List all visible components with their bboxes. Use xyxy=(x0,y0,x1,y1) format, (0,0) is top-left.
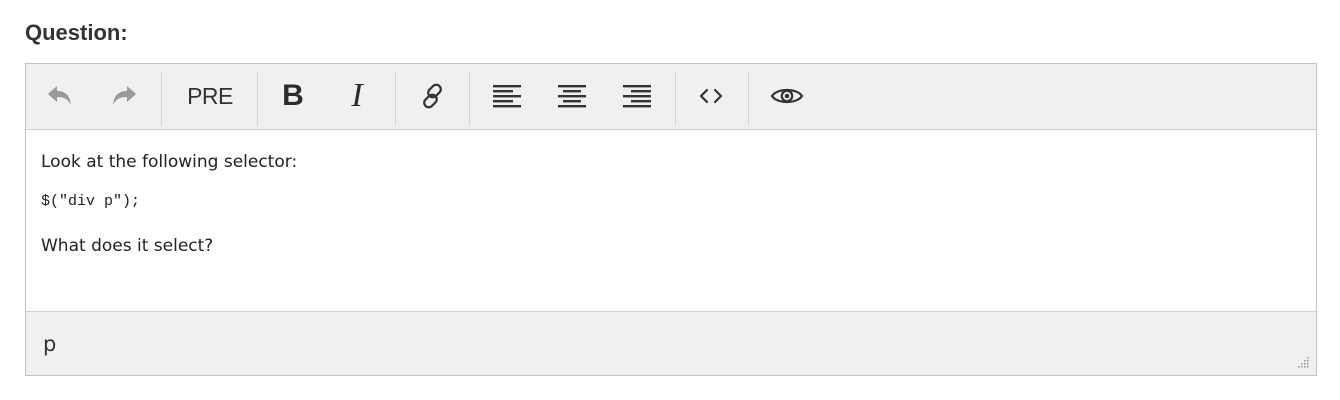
editor-toolbar: PRE B I xyxy=(26,64,1316,130)
align-left-button[interactable] xyxy=(488,72,526,120)
align-right-button[interactable] xyxy=(618,72,656,120)
undo-icon xyxy=(48,86,71,105)
editor-content-area[interactable]: Look at the following selector: $("div p… xyxy=(26,130,1316,311)
italic-icon: I xyxy=(351,77,363,114)
editor-statusbar: p xyxy=(26,311,1316,375)
undo-button[interactable] xyxy=(42,72,78,120)
preformatted-button[interactable]: PRE xyxy=(176,72,244,120)
code-icon xyxy=(699,88,723,104)
align-left-icon xyxy=(493,85,521,108)
rich-text-editor: PRE B I Look at the following selector: … xyxy=(25,63,1317,376)
redo-icon xyxy=(113,86,136,105)
source-code-button[interactable] xyxy=(692,72,730,120)
align-center-icon xyxy=(558,85,586,108)
align-right-icon xyxy=(623,85,651,108)
resize-handle-icon[interactable] xyxy=(1296,356,1310,370)
content-code-block: $("div p"); xyxy=(41,193,141,210)
toolbar-separator xyxy=(748,72,749,126)
align-center-button[interactable] xyxy=(553,72,591,120)
link-button[interactable] xyxy=(414,72,452,120)
preformatted-label: PRE xyxy=(187,82,233,109)
content-paragraph: Look at the following selector: xyxy=(41,152,298,172)
bold-icon: B xyxy=(282,79,304,112)
toolbar-separator xyxy=(675,72,676,126)
toolbar-separator xyxy=(469,72,470,126)
toolbar-separator xyxy=(395,72,396,126)
content-paragraph: What does it select? xyxy=(41,236,214,256)
element-path[interactable]: p xyxy=(43,332,56,356)
italic-button[interactable]: I xyxy=(340,72,374,120)
redo-button[interactable] xyxy=(106,72,142,120)
link-icon xyxy=(423,83,442,109)
question-heading: Question: xyxy=(25,20,128,45)
eye-icon xyxy=(770,88,804,104)
toolbar-separator xyxy=(161,72,162,126)
bold-button[interactable]: B xyxy=(276,72,310,120)
preview-button[interactable] xyxy=(767,72,807,120)
toolbar-separator xyxy=(257,72,258,126)
